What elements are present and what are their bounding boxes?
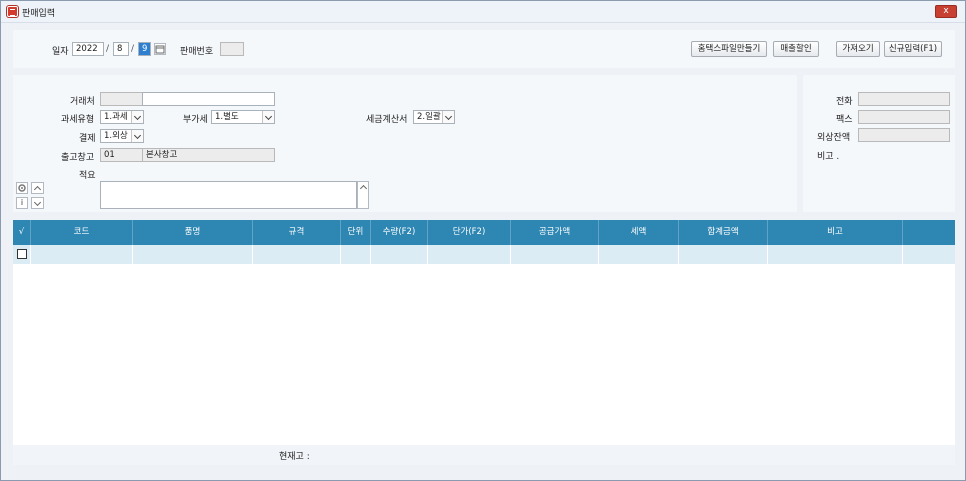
date-separator: / (131, 44, 135, 54)
phone-field[interactable] (858, 92, 950, 106)
fetch-button[interactable]: 가져오기 (836, 41, 880, 57)
vat-select[interactable]: 1.별도 (211, 110, 275, 124)
column-header[interactable]: 단위 (341, 220, 371, 245)
total-amount-cell[interactable] (679, 245, 768, 264)
chevron-down-icon (131, 111, 143, 123)
hometax-file-button[interactable]: 홈택스파일만들기 (691, 41, 767, 57)
check-column-header[interactable]: √ (13, 220, 31, 245)
column-header[interactable]: 단가(F2) (428, 220, 511, 245)
note-cell[interactable] (768, 245, 903, 264)
invoice-label: 세금계산서 (366, 115, 408, 125)
supply-amount-cell[interactable] (511, 245, 599, 264)
side-panel: 전화 팩스 외상잔액 비고 . (803, 75, 955, 212)
chevron-down-icon (442, 111, 454, 123)
gear-icon[interactable] (16, 182, 28, 194)
date-separator: / (106, 44, 110, 54)
grid-body[interactable] (13, 264, 955, 445)
chevron-down-icon (262, 111, 274, 123)
app-icon (7, 6, 18, 17)
year-field[interactable]: 2022 (72, 42, 104, 56)
window-title: 판매입력 (22, 9, 56, 19)
info-icon[interactable]: i (16, 197, 28, 209)
fax-label: 팩스 (836, 115, 853, 125)
quantity-cell[interactable] (371, 245, 428, 264)
tax-type-label: 과세유형 (61, 115, 95, 125)
spec-cell[interactable] (253, 245, 341, 264)
item-name-cell[interactable] (133, 245, 253, 264)
column-header[interactable]: 코드 (31, 220, 133, 245)
column-header[interactable]: 품명 (133, 220, 253, 245)
customer-code-field[interactable] (100, 92, 143, 106)
form-panel: 거래처 과세유형 1.과세 부가세 1.별도 세금계산서 2.일괄 결제 1.외… (13, 75, 797, 212)
payment-label: 결제 (79, 134, 96, 144)
fax-field[interactable] (858, 110, 950, 124)
column-header[interactable]: 수량(F2) (371, 220, 428, 245)
month-field[interactable]: 8 (113, 42, 129, 56)
customer-label: 거래처 (70, 97, 95, 107)
column-header[interactable]: 세액 (599, 220, 679, 245)
code-cell[interactable] (31, 245, 133, 264)
grid-header: √ 코드 품명 규격 단위 수량(F2) 단가(F2) 공급가액 세액 합계금액… (13, 220, 955, 245)
date-label: 일자 (52, 47, 69, 57)
memo-label: 적요 (79, 171, 96, 181)
invoice-select[interactable]: 2.일괄 (413, 110, 455, 124)
calendar-icon[interactable] (154, 43, 166, 55)
sale-number-field[interactable] (220, 42, 244, 56)
warehouse-name-field[interactable]: 본사창고 (142, 148, 275, 162)
day-field[interactable]: 9 (138, 42, 151, 56)
balance-field[interactable] (858, 128, 950, 142)
current-stock-label: 현재고 : (279, 452, 310, 462)
sale-number-label: 판매번호 (180, 47, 214, 57)
title-bar: 판매입력 x (1, 1, 965, 23)
column-header[interactable]: 합계금액 (679, 220, 768, 245)
footer-bar: 현재고 : (13, 445, 955, 465)
warehouse-code-field[interactable]: 01 (100, 148, 143, 162)
header-panel: 일자 2022 / 8 / 9 판매번호 홈택스파일만들기 매출할인 가져오기 … (13, 30, 955, 68)
row-checkbox[interactable] (17, 249, 27, 259)
note-label: 비고 . (817, 152, 840, 162)
new-entry-button[interactable]: 신규입력(F1) (884, 41, 942, 57)
table-row[interactable] (13, 245, 955, 264)
column-header[interactable]: 공급가액 (511, 220, 599, 245)
unit-cell[interactable] (341, 245, 371, 264)
close-button[interactable]: x (935, 5, 957, 18)
phone-label: 전화 (836, 97, 853, 107)
memo-field[interactable] (100, 181, 357, 209)
chevron-up-icon[interactable] (31, 182, 44, 194)
customer-name-field[interactable] (142, 92, 275, 106)
balance-label: 외상잔액 (817, 133, 851, 143)
memo-expand-button[interactable] (357, 181, 369, 209)
sales-discount-button[interactable]: 매출할인 (773, 41, 819, 57)
vat-label: 부가세 (183, 115, 208, 125)
chevron-down-icon[interactable] (31, 197, 44, 209)
tax-amount-cell[interactable] (599, 245, 679, 264)
unit-price-cell[interactable] (428, 245, 511, 264)
payment-select[interactable]: 1.외상 (100, 129, 144, 143)
sales-entry-window: 판매입력 x 일자 2022 / 8 / 9 판매번호 홈택스파일만들기 매출할… (0, 0, 966, 481)
tax-type-select[interactable]: 1.과세 (100, 110, 144, 124)
chevron-down-icon (131, 130, 143, 142)
row-check-cell[interactable] (13, 245, 31, 264)
column-header[interactable]: 규격 (253, 220, 341, 245)
warehouse-label: 출고창고 (61, 153, 95, 163)
column-header[interactable]: 비고 (768, 220, 903, 245)
